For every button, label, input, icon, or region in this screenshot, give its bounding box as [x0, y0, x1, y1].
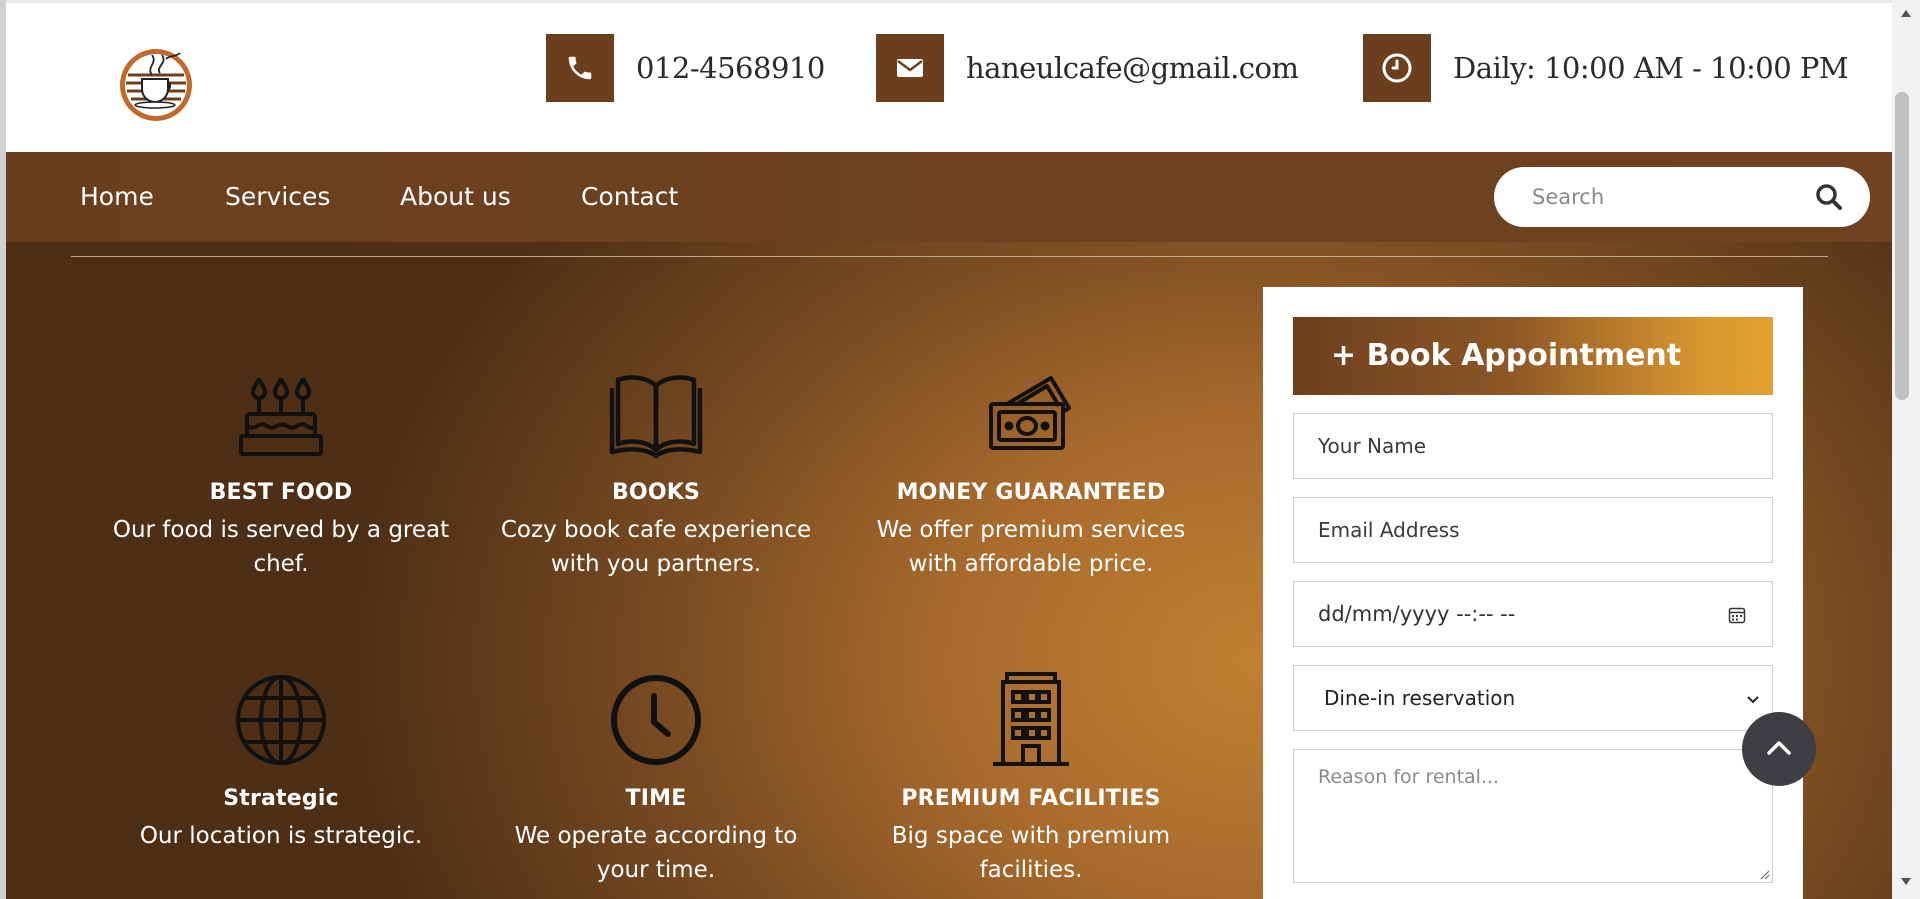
- booking-title: + Book Appointment: [1293, 317, 1773, 395]
- feature-title: TIME: [625, 786, 687, 811]
- clock-icon: [611, 675, 701, 765]
- feature-money-guaranteed: MONEY GUARANTEED We offer premium servic…: [861, 364, 1201, 581]
- cafe-logo[interactable]: [114, 39, 198, 123]
- feature-description: We operate according to your time.: [514, 823, 798, 883]
- feature-description: Our location is strategic.: [139, 823, 423, 849]
- chevron-up-icon: [1767, 741, 1791, 755]
- calendar-icon[interactable]: [1728, 606, 1746, 624]
- reason-placeholder: Reason for rental...: [1318, 766, 1500, 788]
- hours-contact: Daily: 10:00 AM - 10:00 PM: [1363, 34, 1849, 102]
- book-icon: [609, 375, 703, 459]
- search-box: [1494, 167, 1870, 227]
- search-icon[interactable]: [1814, 182, 1844, 212]
- building-icon: [993, 672, 1069, 766]
- opening-hours: Daily: 10:00 AM - 10:00 PM: [1453, 51, 1849, 85]
- hero-section: BEST FOOD Our food is served by a great …: [6, 242, 1892, 899]
- nav-about-us[interactable]: About us: [400, 152, 511, 242]
- datetime-field[interactable]: dd/mm/yyyy --:-- --: [1293, 581, 1773, 647]
- email-placeholder: Email Address: [1318, 518, 1460, 542]
- scroll-down-icon[interactable]: [1900, 877, 1912, 887]
- feature-title: BOOKS: [611, 480, 701, 505]
- top-bar: 012-4568910 haneulcafe@gmail.com Daily: …: [6, 3, 1892, 152]
- booking-form: + Book Appointment Your Name Email Addre…: [1263, 287, 1803, 899]
- email-contact: haneulcafe@gmail.com: [876, 34, 1299, 102]
- resize-handle-icon[interactable]: [1758, 868, 1770, 880]
- reason-textarea[interactable]: Reason for rental...: [1293, 749, 1773, 883]
- chevron-down-icon: [1747, 696, 1759, 704]
- reservation-type-select[interactable]: Dine-in reservation: [1293, 665, 1773, 731]
- feature-title: Strategic: [223, 786, 339, 811]
- feature-premium-facilities: PREMIUM FACILITIES Big space with premiu…: [861, 670, 1201, 887]
- divider: [71, 256, 1828, 257]
- scrollbar-thumb[interactable]: [1895, 92, 1909, 400]
- money-icon: [989, 376, 1071, 450]
- nav-contact[interactable]: Contact: [581, 152, 678, 242]
- feature-title: PREMIUM FACILITIES: [901, 786, 1161, 811]
- feature-best-food: BEST FOOD Our food is served by a great …: [111, 364, 451, 581]
- main-nav: Home Services About us Contact: [6, 152, 1892, 242]
- cake-icon: [239, 377, 323, 456]
- phone-icon: [546, 34, 614, 102]
- page-scrollbar[interactable]: [1892, 0, 1920, 899]
- feature-books: BOOKS Cozy book cafe experience with you…: [486, 364, 826, 581]
- feature-strategic: Strategic Our location is strategic.: [111, 670, 451, 853]
- selected-option: Dine-in reservation: [1324, 686, 1516, 710]
- scroll-up-icon[interactable]: [1900, 8, 1912, 18]
- email-address: haneulcafe@gmail.com: [966, 51, 1299, 85]
- name-placeholder: Your Name: [1318, 434, 1427, 458]
- feature-time: TIME We operate according to your time.: [486, 670, 826, 887]
- page: 012-4568910 haneulcafe@gmail.com Daily: …: [6, 3, 1892, 899]
- nav-home[interactable]: Home: [80, 152, 154, 242]
- search-input[interactable]: [1494, 167, 1804, 227]
- feature-title: BEST FOOD: [209, 480, 353, 505]
- envelope-icon: [876, 34, 944, 102]
- feature-title: MONEY GUARANTEED: [896, 480, 1166, 505]
- clock-icon: [1363, 34, 1431, 102]
- datetime-placeholder: dd/mm/yyyy --:-- --: [1318, 602, 1516, 626]
- feature-description: Our food is served by a great chef.: [112, 517, 450, 577]
- phone-contact: 012-4568910: [546, 34, 825, 102]
- name-field[interactable]: Your Name: [1293, 413, 1773, 479]
- back-to-top-button[interactable]: [1742, 712, 1816, 786]
- email-field[interactable]: Email Address: [1293, 497, 1773, 563]
- nav-services[interactable]: Services: [225, 152, 330, 242]
- feature-description: We offer premium services with affordabl…: [876, 517, 1186, 577]
- phone-number: 012-4568910: [636, 51, 825, 85]
- feature-description: Cozy book cafe experience with you partn…: [500, 517, 812, 577]
- globe-icon: [236, 675, 326, 765]
- feature-description: Big space with premium facilities.: [891, 823, 1171, 883]
